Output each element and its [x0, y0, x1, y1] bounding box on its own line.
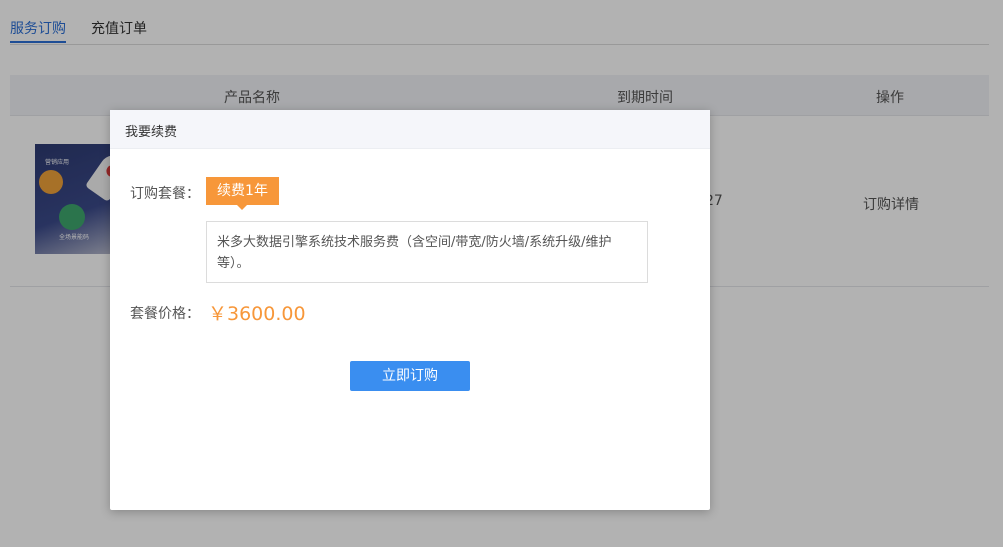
- dialog-header: 我要续费: [110, 110, 710, 149]
- price-label: 套餐价格：: [130, 306, 200, 322]
- renewal-dialog: 我要续费 订购套餐： 续费1年 米多大数据引擎系统技术服务费（含空间/带宽/防火…: [110, 110, 710, 510]
- plan-option-renew-1-year[interactable]: 续费1年: [206, 177, 279, 205]
- dialog-title: 我要续费: [125, 125, 178, 140]
- plan-label: 订购套餐：: [130, 186, 200, 202]
- page: 服务订购 充值订单 产品名称 到期时间 操作 营销应用 全场景能码 27 订购详…: [0, 0, 1003, 547]
- plan-price: ￥3600.00: [208, 303, 306, 325]
- order-now-button[interactable]: 立即订购: [350, 361, 470, 391]
- plan-description: 米多大数据引擎系统技术服务费（含空间/带宽/防火墙/系统升级/维护等）。: [206, 221, 648, 283]
- plan-tag-pointer: [237, 205, 247, 210]
